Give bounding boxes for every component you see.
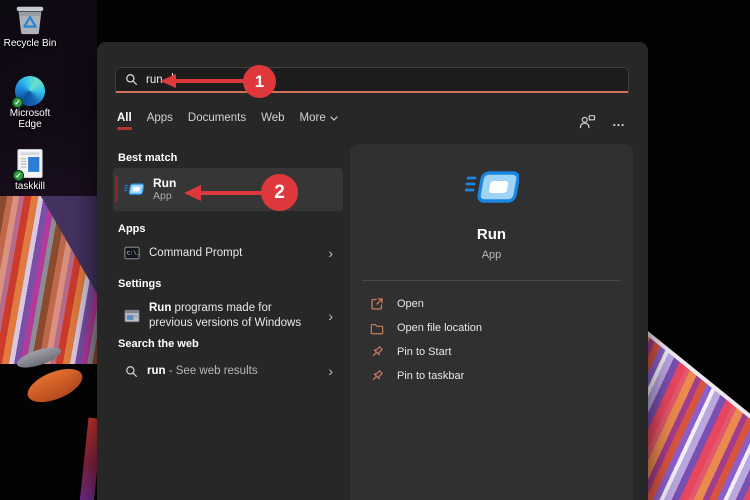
run-app-icon-large: [350, 168, 633, 208]
tab-apps[interactable]: Apps: [147, 112, 173, 130]
section-heading-apps: Apps: [118, 223, 146, 235]
search-filter-tabs: All Apps Documents Web More: [117, 112, 338, 130]
run-app-icon: [124, 182, 144, 197]
search-flyout-panel: run All Apps Documents Web More … Best m…: [97, 42, 648, 500]
best-match-subtitle: App: [153, 190, 176, 203]
desktop-icon-label: Recycle Bin: [4, 38, 57, 49]
svg-text:C:\_: C:\_: [127, 250, 140, 256]
search-input[interactable]: run: [115, 67, 629, 93]
result-compatibility-settings[interactable]: Run programs made forprevious versions o…: [113, 294, 343, 338]
preview-title: Run: [350, 226, 633, 243]
result-best-match-run[interactable]: Run App: [113, 168, 343, 211]
action-open[interactable]: Open: [370, 292, 621, 316]
action-pin-to-taskbar[interactable]: Pin to taskbar: [370, 364, 621, 388]
recycle-bin-icon: [13, 2, 47, 36]
wallpaper-bloom-stripes: [0, 196, 97, 364]
action-pin-to-start[interactable]: Pin to Start: [370, 340, 621, 364]
open-external-icon: [370, 297, 384, 311]
tab-more[interactable]: More: [300, 112, 338, 130]
tab-documents[interactable]: Documents: [188, 112, 246, 130]
tab-all[interactable]: All: [117, 112, 132, 130]
desktop-icon-recycle-bin[interactable]: Recycle Bin: [0, 2, 60, 49]
desktop: Recycle Bin ✓ Microsoft Edge ✓ taskkill: [0, 0, 750, 500]
result-label: run - See web results: [147, 365, 258, 377]
result-web-search-run[interactable]: run - See web results ›: [113, 356, 343, 386]
pin-icon: [370, 369, 384, 383]
folder-icon: [370, 322, 384, 335]
result-label: Command Prompt: [149, 247, 242, 259]
document-icon: ✓: [16, 148, 44, 179]
desktop-icon-microsoft-edge[interactable]: ✓ Microsoft Edge: [0, 76, 60, 130]
result-label: Run programs made forprevious versions o…: [149, 301, 301, 331]
command-prompt-icon: C:\_: [124, 245, 140, 261]
result-command-prompt[interactable]: C:\_ Command Prompt ›: [113, 238, 343, 268]
chevron-down-icon: [330, 116, 338, 121]
desktop-icon-taskkill[interactable]: ✓ taskkill: [0, 148, 60, 192]
text-cursor: [172, 73, 173, 86]
tab-web[interactable]: Web: [261, 112, 284, 130]
more-options-icon[interactable]: …: [612, 114, 626, 129]
sync-check-badge: ✓: [13, 170, 24, 181]
search-icon: [125, 73, 138, 86]
search-query-text: run: [146, 74, 163, 86]
section-heading-search-the-web: Search the web: [118, 338, 199, 350]
chevron-right-icon: ›: [328, 248, 333, 258]
divider: [362, 280, 621, 281]
compatibility-icon: [124, 309, 140, 323]
preview-card: Run App Open: [350, 144, 633, 500]
section-heading-best-match: Best match: [118, 152, 177, 164]
section-heading-settings: Settings: [118, 278, 161, 290]
action-open-file-location[interactable]: Open file location: [370, 316, 621, 340]
desktop-icon-label: taskkill: [15, 181, 45, 192]
wallpaper-orange-petal: [23, 362, 87, 409]
chevron-right-icon: ›: [328, 311, 333, 321]
preview-subtitle: App: [350, 249, 633, 261]
selected-accent-bar: [115, 176, 118, 203]
search-icon: [125, 365, 138, 378]
sync-check-badge: ✓: [12, 97, 23, 108]
desktop-icon-label: Microsoft Edge: [0, 108, 60, 130]
chevron-right-icon: ›: [328, 366, 333, 376]
person-chat-icon[interactable]: [579, 114, 596, 129]
pin-icon: [370, 345, 384, 359]
edge-icon: ✓: [15, 76, 45, 106]
best-match-title: Run: [153, 176, 176, 190]
